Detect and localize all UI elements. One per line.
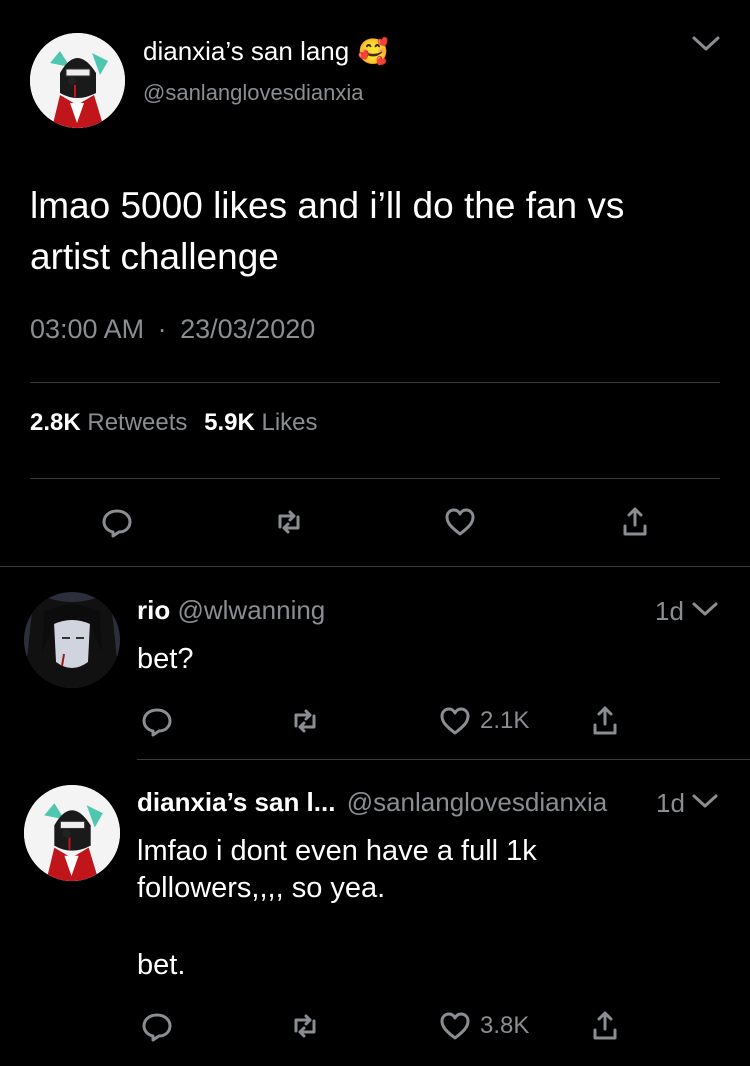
reply-1-like-count: 2.1K — [480, 707, 530, 734]
chevron-down-icon[interactable] — [690, 34, 722, 54]
reply-2-heart-icon — [438, 1009, 472, 1043]
avatar-reply-rio[interactable] — [24, 592, 120, 688]
avatar-reply-2[interactable] — [24, 785, 120, 881]
reply-2-age: 1d — [656, 788, 685, 818]
reply-2-text-line-3: bet. — [137, 949, 186, 981]
main-tweet-text-line-1: lmao 5000 likes and i’ll do the fan vs — [30, 185, 625, 226]
main-date: 23/03/2020 — [180, 314, 316, 344]
reply-1-name[interactable]: rio — [137, 595, 170, 625]
reply-2-like-button[interactable]: 3.8K — [438, 1008, 529, 1044]
reply-2-reply-icon[interactable] — [140, 1009, 174, 1043]
main-tweet-text-line-2: artist challenge — [30, 236, 279, 277]
main-time: 03:00 AM — [30, 314, 145, 344]
reply-1-like-button[interactable]: 2.1K — [438, 703, 529, 739]
reply-1-handle[interactable]: @wlwanning — [177, 595, 325, 625]
reply-2-name[interactable]: dianxia’s san l... — [137, 787, 335, 817]
reply-2-text: lmfao i dont even have a full 1k followe… — [137, 833, 537, 984]
main-display-name[interactable]: dianxia’s san lang — [143, 36, 349, 66]
divider-main-end — [0, 566, 750, 567]
reply-1-heart-icon — [438, 704, 472, 738]
reply-1-retweet-icon[interactable] — [288, 704, 322, 738]
retweets-stat[interactable]: 2.8K Retweets — [30, 409, 194, 436]
reply-1-text: bet? — [137, 643, 194, 675]
divider-stats-top — [30, 382, 720, 383]
reply-2-retweet-icon[interactable] — [288, 1009, 322, 1043]
reply-1-age: 1d — [655, 596, 684, 626]
timestamp-separator: · — [157, 314, 167, 344]
reply-2-share-icon[interactable] — [588, 1009, 622, 1043]
retweets-count: 2.8K — [30, 409, 81, 436]
main-timestamp: 03:00 AM · 23/03/2020 — [30, 314, 315, 345]
main-tweet-text: lmao 5000 likes and i’ll do the fan vs a… — [30, 180, 624, 282]
likes-label: Likes — [261, 409, 318, 436]
reply-2-text-line-1: lmfao i dont even have a full 1k — [137, 835, 537, 867]
retweets-label: Retweets — [87, 409, 188, 436]
reply-icon[interactable] — [100, 505, 134, 539]
reply-1-reply-icon[interactable] — [140, 704, 174, 738]
likes-stat[interactable]: 5.9K Likes — [204, 409, 317, 436]
reply-2-header: dianxia’s san l... @sanlanglovesdianxia — [137, 787, 607, 818]
reply-1-header: rio @wlwanning — [137, 595, 325, 626]
main-stats: 2.8K Retweets 5.9K Likes — [30, 409, 318, 437]
reply-2-like-count: 3.8K — [480, 1012, 530, 1039]
smiling-face-hearts-emoji: 🥰 — [357, 38, 389, 66]
main-handle[interactable]: @sanlanglovesdianxia — [143, 80, 363, 106]
like-heart-icon[interactable] — [443, 505, 477, 539]
share-icon[interactable] — [618, 505, 652, 539]
reply-2-chevron-down-icon[interactable] — [690, 792, 720, 812]
divider-stats-bottom — [30, 478, 720, 479]
reply-2-handle[interactable]: @sanlanglovesdianxia — [347, 787, 608, 817]
reply-2-text-line-2: followers,,,, so yea. — [137, 872, 386, 904]
reply-1-chevron-down-icon[interactable] — [690, 600, 720, 620]
avatar-main[interactable] — [30, 33, 125, 128]
reply-1-share-icon[interactable] — [588, 704, 622, 738]
likes-count: 5.9K — [204, 409, 255, 436]
main-author-row: dianxia’s san lang 🥰 — [143, 36, 389, 68]
retweet-icon[interactable] — [272, 505, 306, 539]
divider-reply-1-end — [137, 759, 750, 760]
